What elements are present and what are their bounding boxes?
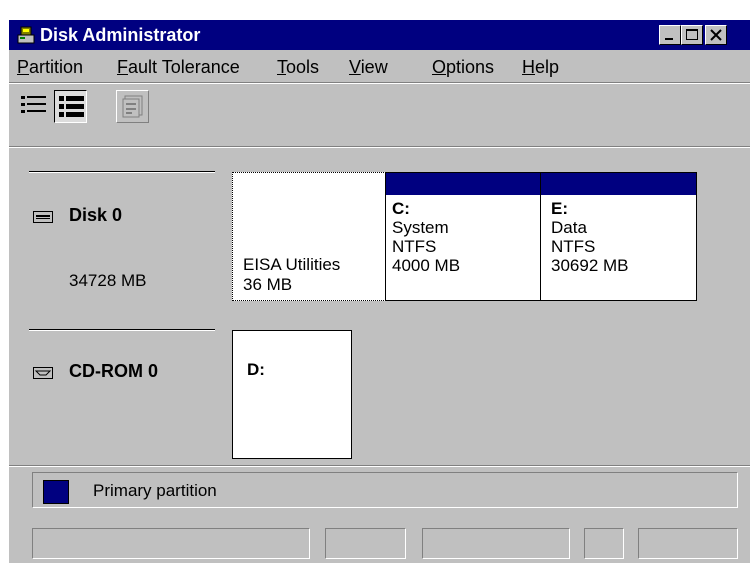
partition-c[interactable]: C: System NTFS 4000 MB xyxy=(385,172,541,301)
primary-partition-swatch xyxy=(43,480,69,504)
partition-volume: System xyxy=(392,218,449,237)
partition-volume: Data xyxy=(551,218,587,237)
volumes-view-button[interactable] xyxy=(18,90,51,123)
partition-size: 4000 MB xyxy=(392,256,461,275)
menu-view[interactable]: View xyxy=(349,57,388,77)
menu-bar: Partition Fault Tolerance Tools View Opt… xyxy=(9,50,750,82)
maximize-button[interactable] xyxy=(681,25,703,45)
disk-configuration-view-button[interactable] xyxy=(54,90,87,123)
title-bar[interactable]: Disk Administrator xyxy=(9,20,750,50)
disk-administrator-window: Disk Administrator Partition Fault Toler… xyxy=(9,20,750,563)
partition-eisa-utilities[interactable]: EISA Utilities 36 MB xyxy=(232,172,386,301)
partition-type-bar xyxy=(541,173,696,195)
status-panel xyxy=(32,528,310,559)
disk-configuration-view-icon xyxy=(59,96,84,117)
menu-tools[interactable]: Tools xyxy=(277,57,319,77)
hard-disk-icon xyxy=(33,211,53,223)
minimize-icon xyxy=(665,38,673,40)
partition-e[interactable]: E: Data NTFS 30692 MB xyxy=(540,172,697,301)
partition-d[interactable]: D: xyxy=(232,330,352,459)
disk-display-area: Disk 0 34728 MB EISA Utilities 36 MB C: … xyxy=(9,148,750,466)
menu-help[interactable]: Help xyxy=(522,57,559,77)
menu-options[interactable]: Options xyxy=(432,57,494,77)
close-button[interactable] xyxy=(705,25,727,45)
cdrom-0-divider xyxy=(29,329,215,331)
window-title: Disk Administrator xyxy=(40,25,201,45)
cdrom-0-name: CD-ROM 0 xyxy=(69,361,158,381)
partition-size: 30692 MB xyxy=(551,256,629,275)
partition-size: 36 MB xyxy=(243,275,293,294)
partition-type-bar xyxy=(386,173,540,195)
status-panel xyxy=(638,528,738,559)
menu-partition[interactable]: Partition xyxy=(17,57,83,77)
minimize-button[interactable] xyxy=(659,25,681,45)
status-panel xyxy=(584,528,624,559)
volumes-view-icon xyxy=(21,96,46,113)
disk-0-size: 34728 MB xyxy=(69,271,147,290)
status-panel xyxy=(325,528,406,559)
maximize-icon xyxy=(686,29,698,40)
disk-administrator-app-icon[interactable] xyxy=(16,25,36,45)
partition-fs: NTFS xyxy=(551,237,596,256)
cdrom-drive-icon xyxy=(33,367,53,379)
partition-letter: C: xyxy=(392,199,410,218)
status-panel xyxy=(422,528,570,559)
legend-primary-partition: Primary partition xyxy=(93,481,217,500)
status-bar xyxy=(9,524,750,563)
partition-label: EISA Utilities xyxy=(243,255,341,274)
partition-fs: NTFS xyxy=(392,237,437,256)
properties-button[interactable] xyxy=(116,90,149,123)
properties-icon xyxy=(122,95,143,118)
toolbar xyxy=(9,84,750,148)
legend-panel: Primary partition xyxy=(32,472,738,508)
close-icon xyxy=(710,29,722,41)
legend-bar: Primary partition xyxy=(9,466,750,514)
disk-0-name: Disk 0 xyxy=(69,205,123,225)
partition-letter: D: xyxy=(247,360,265,379)
partition-letter: E: xyxy=(551,199,568,218)
menu-fault-tolerance[interactable]: Fault Tolerance xyxy=(117,57,240,77)
disk-0-divider xyxy=(29,171,215,173)
